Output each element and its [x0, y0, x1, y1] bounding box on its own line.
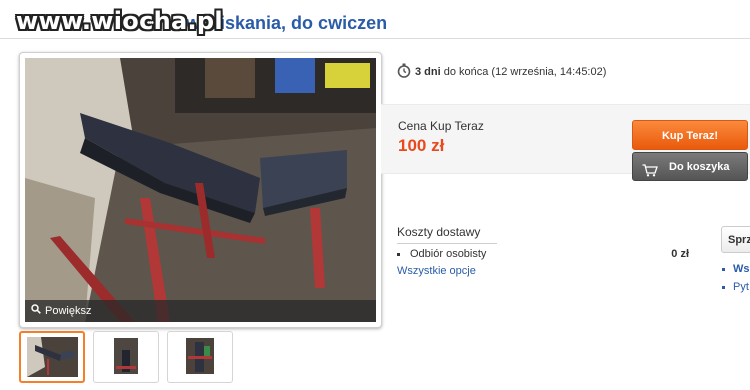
- shipping-option-row: Odbiór osobisty 0 zł: [397, 248, 689, 260]
- bullet-icon: [722, 267, 725, 271]
- header-divider: [0, 38, 750, 39]
- cart-icon: [642, 160, 658, 189]
- thumbnail-2-image: [100, 336, 151, 376]
- photo-gallery: Powiększ: [19, 52, 382, 328]
- shipping-option-cost: 0 zł: [671, 248, 689, 260]
- seller-link-1[interactable]: Ws: [722, 263, 750, 275]
- seller-link-2[interactable]: Pyt: [722, 281, 749, 293]
- all-shipping-options-link[interactable]: Wszystkie opcje: [397, 265, 476, 277]
- bullet-icon: [722, 285, 725, 289]
- enlarge-bar[interactable]: Powiększ: [25, 300, 376, 322]
- seller-link-2-label: Pyt: [733, 281, 749, 293]
- shipping-title: Koszty dostawy: [397, 225, 497, 244]
- shipping-section: Koszty dostawy Odbiór osobisty 0 zł Wszy…: [397, 225, 689, 277]
- stopwatch-icon: [397, 63, 411, 81]
- seller-link-1-label: Ws: [733, 263, 750, 275]
- thumbnail-2[interactable]: [93, 331, 159, 383]
- auction-timer: 3 dni do końca (12 września, 14:45:02): [397, 63, 606, 81]
- seller-button[interactable]: Sprz: [721, 226, 750, 253]
- buy-now-box: Cena Kup Teraz 100 zł Kup Teraz! Do kosz…: [381, 104, 750, 181]
- add-to-cart-button[interactable]: Do koszyka: [632, 152, 748, 181]
- bullet-icon: [397, 252, 400, 256]
- timer-end: do końca (12 września, 14:45:02): [443, 66, 607, 78]
- enlarge-label: Powiększ: [45, 305, 92, 317]
- thumbnail-1-image: [27, 337, 78, 377]
- buy-now-button[interactable]: Kup Teraz!: [632, 120, 748, 150]
- buy-now-price: 100 zł: [398, 136, 445, 155]
- thumbnail-3-image: [174, 336, 225, 376]
- main-photo[interactable]: Powiększ: [25, 58, 376, 322]
- thumbnail-3[interactable]: [167, 331, 233, 383]
- buy-now-label: Cena Kup Teraz: [398, 119, 484, 133]
- main-photo-image: [25, 58, 376, 322]
- timer-days: 3 dni: [415, 66, 441, 78]
- shipping-option-label: Odbiór osobisty: [410, 248, 487, 260]
- add-to-cart-label: Do koszyka: [669, 161, 730, 173]
- magnifier-icon: [31, 300, 41, 322]
- thumbnail-1[interactable]: [19, 331, 85, 383]
- watermark-logo: www.wiocha.pl: [16, 7, 223, 35]
